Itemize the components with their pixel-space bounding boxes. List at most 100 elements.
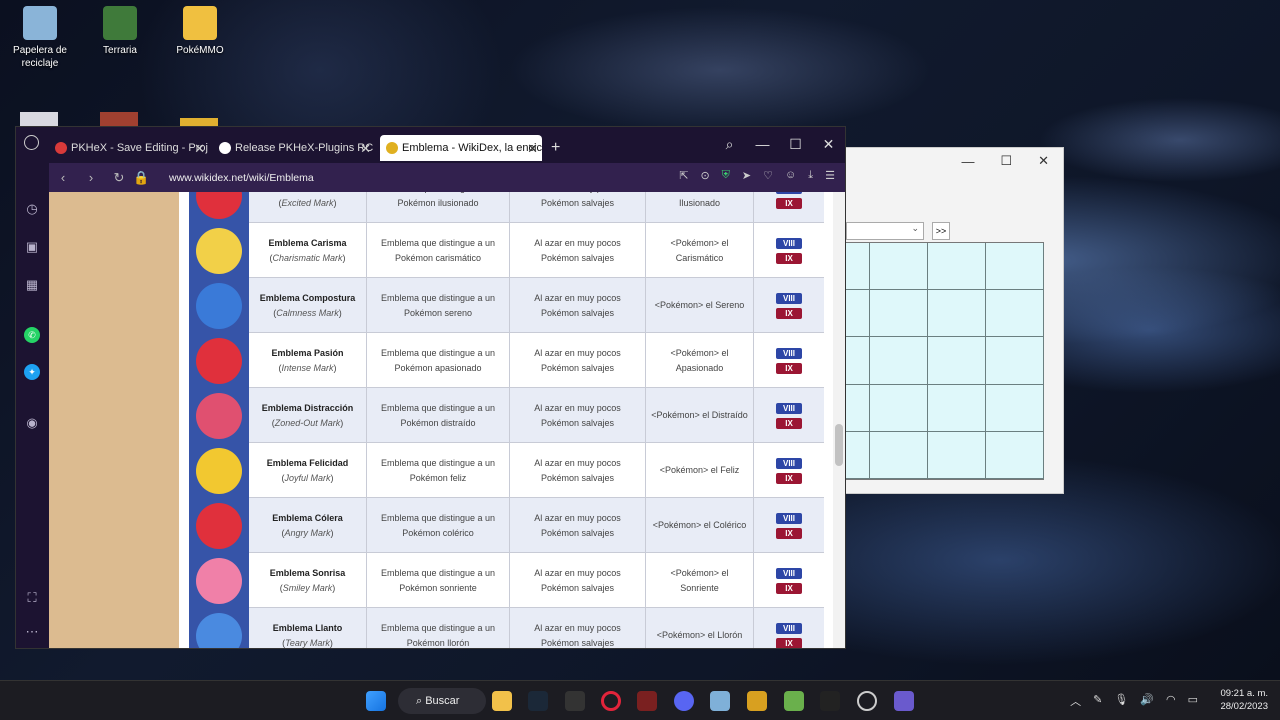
- opera-logo-icon[interactable]: [24, 135, 39, 150]
- next-box-button[interactable]: >>: [932, 222, 950, 240]
- mark-name[interactable]: Emblema Felicidad: [267, 456, 349, 471]
- close-icon[interactable]: ✕: [527, 141, 538, 157]
- desktop-icon-recycle-bin[interactable]: Papelera de reciclaje: [0, 6, 80, 70]
- workspaces-icon[interactable]: ▣: [24, 239, 40, 255]
- mark-name[interactable]: Emblema Pasión: [271, 346, 343, 361]
- gen-9-badge[interactable]: IX: [776, 637, 802, 648]
- mark-icon[interactable]: [196, 283, 242, 329]
- box-slot[interactable]: [870, 431, 928, 479]
- shield-icon[interactable]: ⛨: [722, 169, 730, 182]
- search-tabs-icon[interactable]: ⌕: [713, 136, 746, 153]
- camera-icon[interactable]: ⊙: [700, 169, 709, 182]
- url-field[interactable]: www.wikidex.net/wiki/Emblema: [169, 172, 314, 184]
- opera-icon[interactable]: [601, 691, 621, 711]
- profile-icon[interactable]: ☺: [785, 169, 796, 182]
- settings-icon[interactable]: ☰: [825, 169, 835, 182]
- box-slot[interactable]: [928, 431, 986, 479]
- gen-9-badge[interactable]: IX: [776, 307, 802, 319]
- gen-8-badge[interactable]: VIII: [776, 192, 802, 194]
- box-slot[interactable]: [928, 384, 986, 432]
- gen-9-badge[interactable]: IX: [776, 527, 802, 539]
- desktop-icon-partial[interactable]: [20, 112, 58, 126]
- box-slot[interactable]: [870, 384, 928, 432]
- mark-icon[interactable]: [196, 228, 242, 274]
- box-slot[interactable]: [846, 431, 870, 479]
- box-slot[interactable]: [986, 243, 1044, 291]
- box-slot[interactable]: [870, 290, 928, 338]
- gen-9-badge[interactable]: IX: [776, 472, 802, 484]
- volume-icon[interactable]: 🔊: [1140, 693, 1154, 709]
- close-icon[interactable]: ✕: [360, 141, 371, 157]
- gen-9-badge[interactable]: IX: [776, 197, 802, 209]
- gen-9-badge[interactable]: IX: [776, 362, 802, 374]
- box-slot[interactable]: [928, 243, 986, 291]
- tab-pkhex[interactable]: PKHeX - Save Editing - Proj ✕: [49, 135, 209, 161]
- gen-8-badge[interactable]: VIII: [776, 347, 802, 359]
- twitter-icon[interactable]: ✦: [24, 364, 40, 380]
- back-icon[interactable]: ‹: [49, 170, 77, 185]
- app-icon[interactable]: [747, 691, 767, 711]
- box-slot[interactable]: [846, 337, 870, 385]
- send-icon[interactable]: ➤: [742, 169, 751, 182]
- pkhex-icon[interactable]: [894, 691, 914, 711]
- maximize-icon[interactable]: ☐: [1000, 153, 1012, 169]
- mark-icon[interactable]: [196, 393, 242, 439]
- mark-name[interactable]: Emblema Llanto: [273, 621, 343, 636]
- gen-9-badge[interactable]: IX: [776, 417, 802, 429]
- scrollbar-thumb[interactable]: [835, 424, 843, 466]
- desktop-icon-terraria[interactable]: Terraria: [80, 6, 160, 57]
- gen-8-badge[interactable]: VIII: [776, 402, 802, 414]
- app-icon[interactable]: [857, 691, 877, 711]
- more-icon[interactable]: ⋯: [24, 624, 40, 640]
- heart-icon[interactable]: ♡: [763, 169, 773, 182]
- player-icon[interactable]: ◉: [24, 415, 40, 431]
- gen-8-badge[interactable]: VIII: [776, 567, 802, 579]
- app-icon[interactable]: [820, 691, 840, 711]
- scrollbar[interactable]: [833, 192, 845, 648]
- close-icon[interactable]: ✕: [812, 136, 845, 153]
- mark-icon[interactable]: [196, 338, 242, 384]
- tab-wikidex[interactable]: Emblema - WikiDex, la encic ✕: [380, 135, 542, 161]
- mark-icon[interactable]: [196, 558, 242, 604]
- gen-8-badge[interactable]: VIII: [776, 292, 802, 304]
- box-slot[interactable]: [846, 290, 870, 338]
- mark-icon[interactable]: [196, 448, 242, 494]
- gen-9-badge[interactable]: IX: [776, 252, 802, 264]
- maximize-icon[interactable]: ☐: [779, 136, 812, 153]
- chevron-up-icon[interactable]: ︿: [1070, 693, 1081, 709]
- gen-8-badge[interactable]: VIII: [776, 512, 802, 524]
- windows-start-icon[interactable]: [366, 691, 386, 711]
- mark-name[interactable]: Emblema Compostura: [260, 291, 356, 306]
- speed-dial-icon[interactable]: ◷: [24, 201, 40, 217]
- mark-name[interactable]: Emblema Cólera: [272, 511, 343, 526]
- battery-icon[interactable]: ▭: [1188, 693, 1198, 709]
- whatsapp-icon[interactable]: ✆: [24, 327, 40, 343]
- box-slot[interactable]: [986, 384, 1044, 432]
- box-slot[interactable]: [870, 337, 928, 385]
- microphone-icon[interactable]: 🎙: [1114, 693, 1128, 709]
- box-slot[interactable]: [870, 243, 928, 291]
- photos-icon[interactable]: [710, 691, 730, 711]
- new-tab-button[interactable]: +: [545, 135, 569, 161]
- close-icon[interactable]: ✕: [1038, 153, 1049, 169]
- gen-8-badge[interactable]: VIII: [776, 237, 802, 249]
- mark-name[interactable]: Emblema Carisma: [268, 236, 346, 251]
- desktop-icon-pokemmo[interactable]: PokéMMO: [160, 6, 240, 57]
- box-slot[interactable]: [928, 337, 986, 385]
- box-select[interactable]: ⌄: [846, 222, 924, 240]
- file-explorer-icon[interactable]: [492, 691, 512, 711]
- steam-icon[interactable]: [528, 691, 548, 711]
- box-slot[interactable]: [846, 384, 870, 432]
- gen-8-badge[interactable]: VIII: [776, 622, 802, 634]
- epic-games-icon[interactable]: [565, 691, 585, 711]
- box-slot[interactable]: [846, 243, 870, 291]
- download-icon[interactable]: ⤓: [808, 169, 813, 182]
- close-icon[interactable]: ✕: [194, 141, 205, 157]
- mark-icon[interactable]: [196, 503, 242, 549]
- extensions-icon[interactable]: ▦: [24, 277, 40, 293]
- snapshot-icon[interactable]: ⛶: [24, 590, 40, 606]
- reload-icon[interactable]: ↻: [105, 170, 133, 186]
- folder-icon[interactable]: [180, 118, 218, 126]
- mark-name[interactable]: Emblema Distracción: [262, 401, 354, 416]
- mark-name[interactable]: Emblema Sonrisa: [270, 566, 346, 581]
